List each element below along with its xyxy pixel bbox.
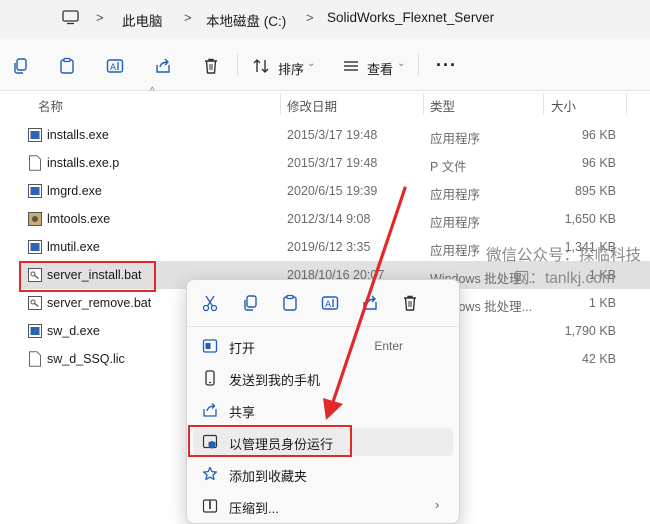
annotation-arrow xyxy=(323,186,407,420)
